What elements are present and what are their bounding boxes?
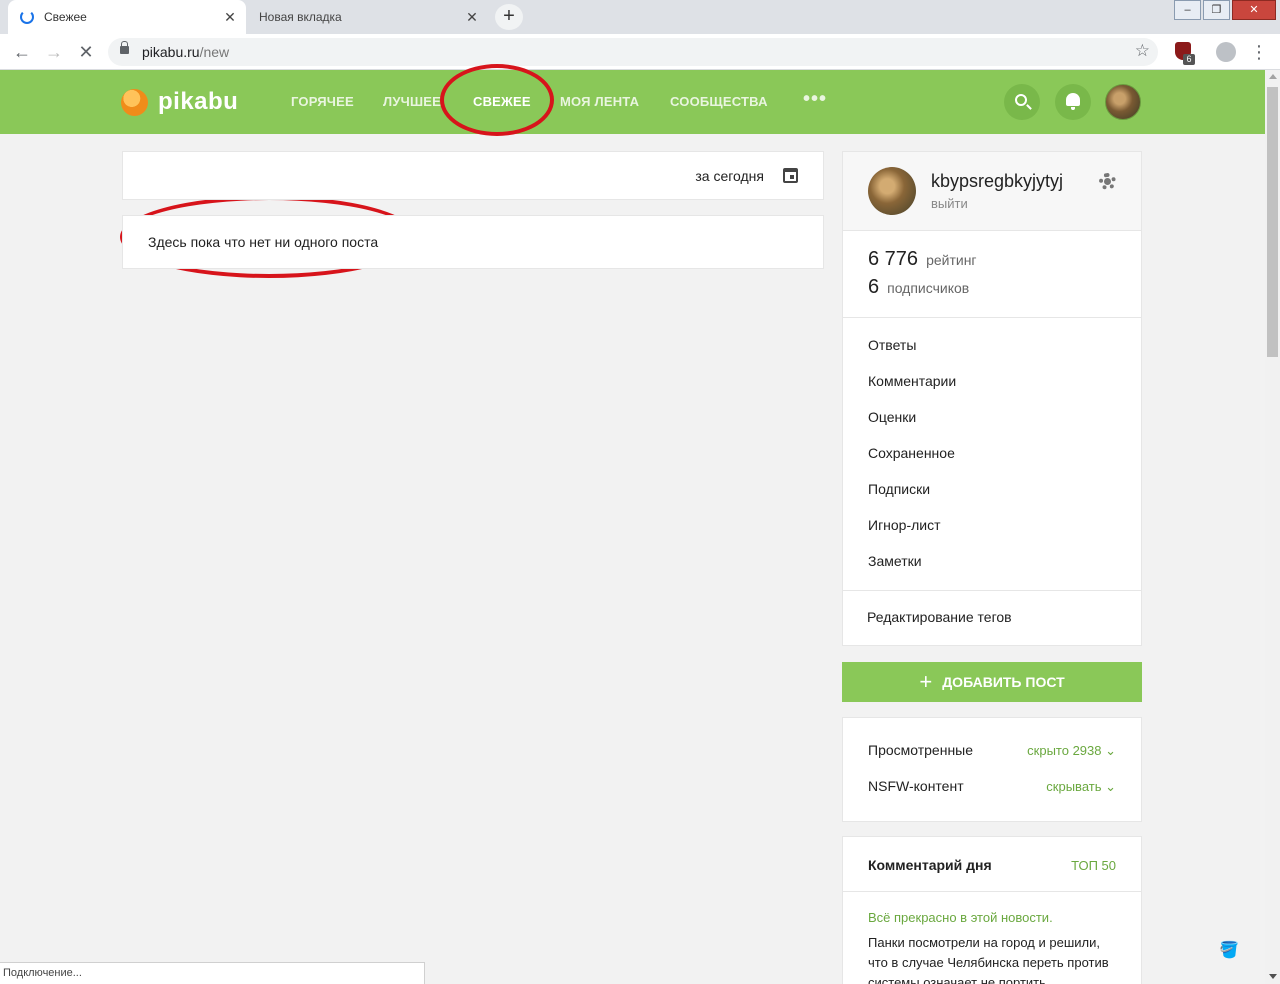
tab-close-icon[interactable]: ✕ (218, 9, 242, 26)
nav-communities[interactable]: СООБЩЕСТВА (670, 94, 768, 109)
more-menu-icon[interactable]: ••• (803, 88, 827, 111)
rating-value: 6 776 (868, 248, 919, 270)
top-50-link[interactable]: ТОП 50 (1071, 858, 1116, 873)
profile-menu: Ответы Комментарии Оценки Сохраненное По… (843, 318, 1141, 591)
sidebar: kbypsregbkyjytyj выйти 6 776 рейтинг 6 п… (842, 151, 1142, 984)
profile-stats: 6 776 рейтинг 6 подписчиков (843, 231, 1141, 318)
browser-tab-strip: Свежее ✕ Новая вкладка ✕ + – ❐ ✕ (0, 0, 1280, 34)
forward-icon[interactable]: → (42, 40, 66, 64)
url-path: /new (199, 44, 230, 60)
address-bar[interactable]: pikabu.ru/new ☆ (108, 38, 1158, 66)
browser-status-bar: Подключение... (0, 962, 425, 984)
menu-replies[interactable]: Ответы (868, 337, 916, 353)
calendar-icon[interactable] (783, 168, 798, 183)
subscribers-value: 6 (868, 276, 880, 298)
edit-tags-link[interactable]: Редактирование тегов (867, 609, 1012, 625)
profile-header: kbypsregbkyjytyj выйти (843, 152, 1141, 231)
subscribers-label: подписчиков (887, 280, 970, 296)
menu-saved[interactable]: Сохраненное (868, 445, 955, 461)
tab-title: Свежее (44, 10, 87, 24)
add-post-button[interactable]: + ДОБАВИТЬ ПОСТ (842, 662, 1142, 702)
comment-of-day-header: Комментарий дня ТОП 50 (843, 837, 1141, 892)
profile-avatar[interactable] (868, 167, 916, 215)
feed-filter-bar: за сегодня (122, 151, 824, 200)
browser-toolbar: ← → ✕ pikabu.ru/new ☆ 6 ⋮ (0, 34, 1280, 70)
window-controls: – ❐ ✕ (1172, 0, 1276, 20)
url-text: pikabu.ru/new (142, 44, 229, 60)
viewed-dropdown[interactable]: скрыто 2938 ⌄ (1027, 743, 1116, 759)
menu-ratings[interactable]: Оценки (868, 409, 916, 425)
tab-fresh[interactable]: Свежее ✕ (8, 0, 246, 34)
scroll-thumb[interactable] (1267, 87, 1278, 357)
profile-card: kbypsregbkyjytyj выйти 6 776 рейтинг 6 п… (842, 151, 1142, 646)
viewed-label: Просмотренные (868, 742, 974, 758)
menu-subscriptions[interactable]: Подписки (868, 481, 930, 497)
stop-icon[interactable]: ✕ (74, 40, 98, 64)
nav-hot[interactable]: ГОРЯЧЕЕ (291, 94, 354, 109)
browser-menu-icon[interactable]: ⋮ (1250, 40, 1268, 64)
lock-icon (120, 41, 129, 54)
loading-spinner-icon (20, 10, 34, 24)
site-header: pikabu ГОРЯЧЕЕ ЛУЧШЕЕ СВЕЖЕЕ МОЯ ЛЕНТА С… (0, 70, 1265, 134)
gear-icon[interactable] (1099, 173, 1116, 190)
nav-my-feed[interactable]: МОЯ ЛЕНТА (560, 94, 639, 109)
back-icon[interactable]: ← (10, 40, 34, 64)
window-close-button[interactable]: ✕ (1232, 0, 1276, 20)
nsfw-dropdown[interactable]: скрывать ⌄ (1046, 779, 1116, 795)
page-scrollbar[interactable] (1265, 70, 1280, 984)
logo-text: pikabu (158, 88, 239, 115)
pikabu-logo[interactable]: pikabu (121, 88, 238, 116)
nav-fresh[interactable]: СВЕЖЕЕ (473, 94, 531, 109)
comment-of-day-card: Комментарий дня ТОП 50 Всё прекрасно в э… (842, 836, 1142, 984)
minimize-button[interactable]: – (1174, 0, 1201, 20)
new-tab-button[interactable]: + (495, 4, 523, 30)
search-button[interactable] (1004, 84, 1040, 120)
comment-post-link[interactable]: Всё прекрасно в этой новости. (868, 910, 1053, 925)
scroll-down-arrow-icon[interactable] (1269, 974, 1277, 979)
restore-button[interactable]: ❐ (1203, 0, 1230, 20)
tab-title: Новая вкладка (259, 10, 342, 24)
profile-icon[interactable] (1216, 42, 1236, 62)
rating-row: 6 776 рейтинг (868, 248, 977, 271)
add-post-label: ДОБАВИТЬ ПОСТ (942, 674, 1065, 690)
nav-best[interactable]: ЛУЧШЕЕ (383, 94, 441, 109)
tab-close-icon[interactable]: ✕ (460, 9, 484, 26)
feed-settings-card: Просмотренные скрыто 2938 ⌄ NSFW-контент… (842, 717, 1142, 822)
search-icon (1015, 94, 1027, 106)
scroll-up-arrow-icon[interactable] (1269, 74, 1277, 79)
nsfw-label: NSFW-контент (868, 778, 964, 794)
comment-of-day-title: Комментарий дня (868, 857, 992, 873)
comment-text: Панки посмотрели на город и решили, что … (868, 935, 1109, 984)
menu-ignore-list[interactable]: Игнор-лист (868, 517, 941, 533)
menu-notes[interactable]: Заметки (868, 553, 922, 569)
menu-comments[interactable]: Комментарии (868, 373, 956, 389)
logout-link[interactable]: выйти (931, 196, 968, 211)
bell-icon (1066, 93, 1080, 110)
empty-feed-notice: Здесь пока что нет ни одного поста (122, 215, 824, 269)
rating-label: рейтинг (926, 252, 977, 268)
logo-mark-icon (121, 88, 148, 116)
empty-feed-message: Здесь пока что нет ни одного поста (148, 234, 379, 250)
user-avatar[interactable] (1105, 84, 1141, 120)
period-selector[interactable]: за сегодня (695, 168, 764, 184)
paint-bucket-icon[interactable]: 🪣 (1219, 940, 1239, 960)
extension-badge: 6 (1183, 54, 1195, 65)
subscribers-row: 6 подписчиков (868, 276, 969, 299)
url-host: pikabu.ru (142, 44, 200, 60)
bookmark-star-icon[interactable]: ☆ (1135, 41, 1150, 61)
username[interactable]: kbypsregbkyjytyj (931, 171, 1063, 192)
plus-icon: + (919, 669, 933, 694)
tab-new-tab[interactable]: Новая вкладка ✕ (250, 0, 488, 34)
notifications-button[interactable] (1055, 84, 1091, 120)
